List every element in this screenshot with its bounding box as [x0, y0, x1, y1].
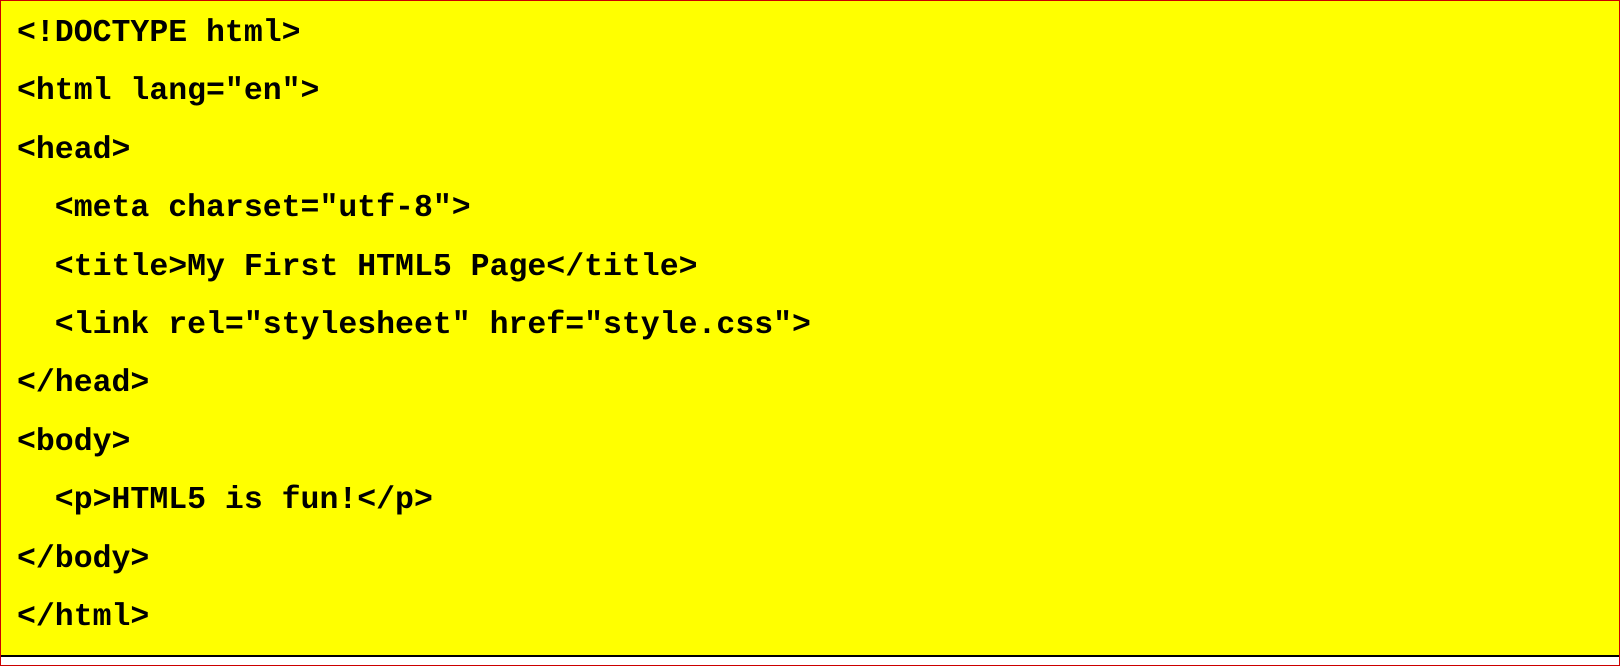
code-line-paragraph: <p>HTML5 is fun!</p>	[17, 483, 433, 519]
code-listing: <!DOCTYPE html> <html lang="en"> <head> …	[17, 5, 811, 647]
code-example-frame: <!DOCTYPE html> <html lang="en"> <head> …	[0, 0, 1620, 666]
code-panel: <!DOCTYPE html> <html lang="en"> <head> …	[1, 1, 1619, 657]
code-line-body-open: <body>	[17, 424, 131, 460]
code-line-body-close: </body>	[17, 541, 150, 577]
code-line-doctype: <!DOCTYPE html>	[17, 16, 301, 51]
code-line-meta: <meta charset="utf-8">	[17, 191, 471, 227]
code-line-title: <title>My First HTML5 Page</title>	[17, 249, 698, 285]
code-line-html-open: <html lang="en">	[17, 74, 320, 110]
code-line-link: <link rel="stylesheet" href="style.css">	[17, 307, 811, 343]
code-line-html-close: </html>	[17, 599, 150, 635]
code-line-head-close: </head>	[17, 366, 150, 402]
code-line-head-open: <head>	[17, 132, 131, 168]
